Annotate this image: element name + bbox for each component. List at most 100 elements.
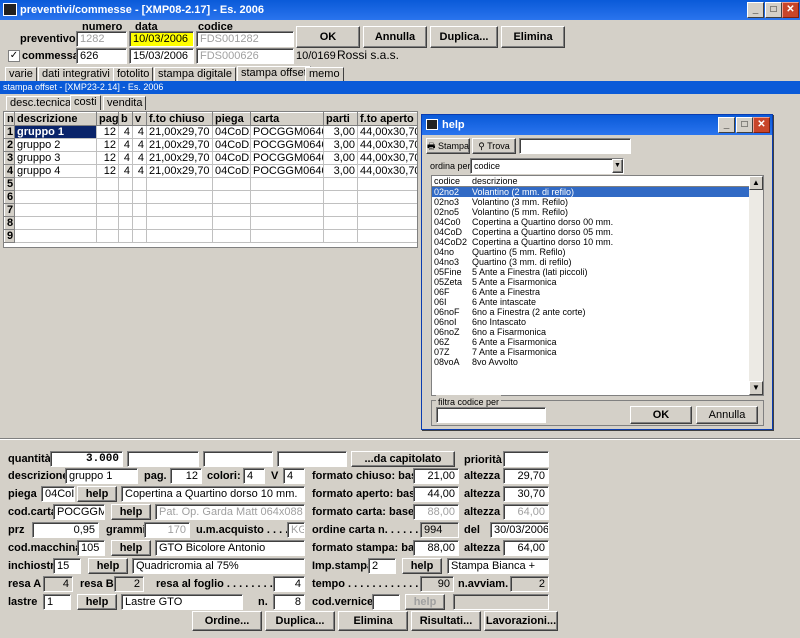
cod-macchina-field[interactable]: 105 bbox=[77, 540, 105, 556]
grid-cell[interactable] bbox=[146, 177, 213, 191]
list-item[interactable]: 06F 6 Ante a Finestra bbox=[432, 287, 763, 297]
list-item[interactable]: 05Fine 5 Ante a Finestra (lati piccoli) bbox=[432, 267, 763, 277]
grid-cell[interactable] bbox=[118, 229, 133, 243]
help-annulla-button[interactable]: Annulla bbox=[696, 406, 758, 424]
formato-stampa-base-field[interactable]: 88,00 bbox=[413, 540, 459, 556]
grid-cell[interactable] bbox=[118, 190, 133, 204]
lastre-desc-field[interactable]: Lastre GTO bbox=[121, 594, 243, 610]
grid-cell[interactable] bbox=[132, 203, 147, 217]
list-item[interactable]: 06Z 6 Ante a Fisarmonica bbox=[432, 337, 763, 347]
carta-help-button[interactable]: help bbox=[111, 504, 151, 520]
preventivo-data-field[interactable]: 10/03/2006 bbox=[129, 31, 194, 47]
table-row[interactable]: 8 bbox=[4, 216, 417, 230]
list-item[interactable]: 04Co0 Copertina a Quartino dorso 00 mm. bbox=[432, 217, 763, 227]
da-capitolato-button[interactable]: ...da capitolato bbox=[351, 451, 455, 467]
grid-cell[interactable]: 3,00 bbox=[323, 138, 358, 152]
grid-cell[interactable]: 12 bbox=[96, 151, 119, 165]
table-row[interactable]: 2gruppo 2124421,00x29,7004CoD2POCGGM0640… bbox=[4, 138, 417, 152]
grid-cell[interactable]: 44,00x30,70 bbox=[357, 151, 417, 165]
v-field[interactable]: 4 bbox=[283, 468, 305, 484]
ordine-button[interactable]: Ordine... bbox=[192, 611, 262, 631]
help-ordina-chevron-down-icon[interactable]: ▼ bbox=[612, 159, 623, 173]
ok-button[interactable]: OK bbox=[296, 26, 360, 48]
grid-cell[interactable]: POCGGM064088 bbox=[250, 164, 324, 178]
table-row[interactable]: 9 bbox=[4, 229, 417, 243]
help-close-button[interactable]: ✕ bbox=[753, 117, 770, 133]
grid-cell[interactable] bbox=[96, 229, 119, 243]
piega-desc-field[interactable]: Copertina a Quartino dorso 10 mm. bbox=[121, 486, 305, 502]
grid-header[interactable]: descrizione bbox=[14, 112, 97, 126]
commessa-codice-field[interactable]: FDS000626 bbox=[196, 48, 294, 64]
annulla-button[interactable]: Annulla bbox=[363, 26, 427, 48]
grid-cell[interactable]: 12 bbox=[96, 164, 119, 178]
grid-cell[interactable]: 7 bbox=[4, 203, 15, 217]
scroll-up-icon[interactable]: ▲ bbox=[749, 176, 763, 190]
grid-cell[interactable] bbox=[118, 216, 133, 230]
grid-cell[interactable]: 3 bbox=[4, 151, 15, 165]
grid-cell[interactable] bbox=[132, 216, 147, 230]
grid-header[interactable]: n bbox=[4, 112, 15, 126]
grid-cell[interactable] bbox=[146, 229, 213, 243]
grid-cell[interactable] bbox=[118, 203, 133, 217]
resa-foglio-field[interactable]: 4 bbox=[273, 576, 305, 592]
colori-field[interactable]: 4 bbox=[243, 468, 265, 484]
list-item[interactable]: 04no3 Quartino (3 mm. di refilo) bbox=[432, 257, 763, 267]
help-search-field[interactable] bbox=[519, 138, 631, 154]
list-item[interactable]: 04CoD Copertina a Quartino dorso 05 mm. bbox=[432, 227, 763, 237]
grid-cell[interactable]: 44,00x30,70 bbox=[357, 125, 417, 139]
list-item[interactable]: 02no2 Volantino (2 mm. di refilo) bbox=[432, 187, 763, 197]
grid-cell[interactable] bbox=[250, 216, 324, 230]
formato-carta-altezza-field[interactable]: 64,00 bbox=[503, 504, 549, 520]
list-item[interactable]: 06noF 6no a Finestra (2 ante corte) bbox=[432, 307, 763, 317]
grid-cell[interactable]: 4 bbox=[132, 151, 147, 165]
table-row[interactable]: 6 bbox=[4, 190, 417, 204]
imp-stampa-field[interactable]: 2 bbox=[368, 558, 396, 574]
grid-cell[interactable] bbox=[323, 216, 358, 230]
grid-header[interactable]: f.to chiuso bbox=[146, 112, 213, 126]
maximize-button[interactable]: □ bbox=[765, 2, 782, 18]
grid-cell[interactable] bbox=[96, 177, 119, 191]
vernice-help-button[interactable]: help bbox=[405, 594, 445, 610]
grid-cell[interactable]: 4 bbox=[118, 125, 133, 139]
grid-cell[interactable] bbox=[323, 190, 358, 204]
list-item[interactable]: 04no Quartino (5 mm. Refilo) bbox=[432, 247, 763, 257]
grid-header[interactable]: carta bbox=[250, 112, 324, 126]
grid-cell[interactable] bbox=[323, 203, 358, 217]
grid-cell[interactable]: 21,00x29,70 bbox=[146, 125, 213, 139]
formato-chiuso-altezza-field[interactable]: 29,70 bbox=[503, 468, 549, 484]
help-list[interactable]: codice descrizione 02no2 Volantino (2 mm.… bbox=[431, 175, 764, 396]
ordine-carta-field[interactable]: 994 bbox=[420, 522, 459, 538]
tab-stampa-offset[interactable]: stampa offset bbox=[237, 66, 311, 81]
preventivo-numero-field[interactable]: 1282 bbox=[76, 31, 127, 47]
grid-cell[interactable]: 5 bbox=[4, 177, 15, 191]
subtab-vendita[interactable]: vendita bbox=[103, 96, 147, 110]
grid-header[interactable]: parti bbox=[323, 112, 358, 126]
grid-cell[interactable] bbox=[132, 229, 147, 243]
grid-cell[interactable] bbox=[14, 177, 97, 191]
grid-cell[interactable] bbox=[250, 229, 324, 243]
list-item[interactable]: 05Zeta 5 Ante a Fisarmonica bbox=[432, 277, 763, 287]
um-acquisto-field[interactable]: KG bbox=[287, 522, 305, 538]
formato-carta-base-field[interactable]: 88,00 bbox=[413, 504, 459, 520]
resa-b-field[interactable]: 2 bbox=[114, 576, 144, 592]
grid-cell[interactable]: 4 bbox=[118, 164, 133, 178]
grid-cell[interactable] bbox=[323, 229, 358, 243]
macchina-help-button[interactable]: help bbox=[111, 540, 151, 556]
grid-cell[interactable] bbox=[323, 177, 358, 191]
tab-varie[interactable]: varie bbox=[5, 67, 37, 81]
lavorazioni-button[interactable]: Lavorazioni... bbox=[484, 611, 558, 631]
descrizione-field[interactable]: gruppo 1 bbox=[65, 468, 138, 484]
n-field[interactable]: 8 bbox=[273, 594, 305, 610]
grid-cell[interactable] bbox=[212, 203, 251, 217]
grid-cell[interactable]: 4 bbox=[118, 151, 133, 165]
grid-cell[interactable] bbox=[357, 216, 417, 230]
minimize-button[interactable]: _ bbox=[747, 2, 764, 18]
lastre-help-button[interactable]: help bbox=[77, 594, 117, 610]
grid-cell[interactable] bbox=[212, 216, 251, 230]
grid-cell[interactable]: 9 bbox=[4, 229, 15, 243]
imp-stampa-desc-field[interactable]: Stampa Bianca + bbox=[447, 558, 549, 574]
quantita-field-4[interactable] bbox=[277, 451, 347, 467]
grid-cell[interactable]: 3,00 bbox=[323, 164, 358, 178]
grid-cell[interactable]: 44,00x30,70 bbox=[357, 138, 417, 152]
grid-cell[interactable]: 2 bbox=[4, 138, 15, 152]
